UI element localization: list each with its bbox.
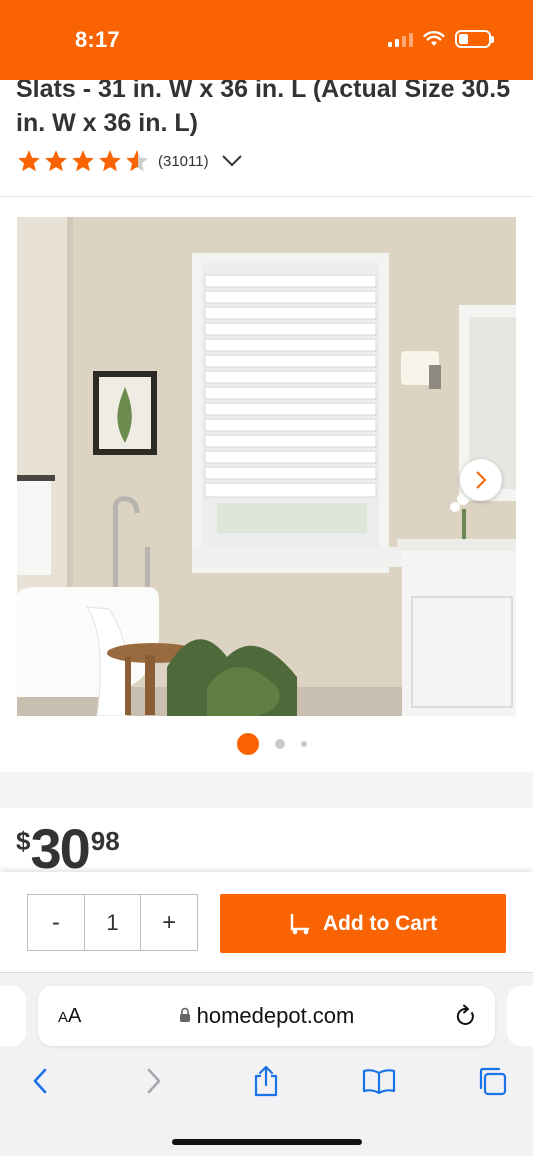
back-button[interactable] xyxy=(20,1061,60,1101)
previous-tab-peek[interactable] xyxy=(0,986,26,1046)
add-to-cart-label: Add to Cart xyxy=(322,911,438,935)
home-indicator[interactable] xyxy=(172,1139,362,1145)
price-cents: 98 xyxy=(90,826,120,856)
status-time: 8:17 xyxy=(75,27,120,52)
star-full-icon xyxy=(72,150,94,172)
lock-icon xyxy=(179,1007,190,1023)
url-text: homedepot.com xyxy=(196,1003,355,1028)
forward-button[interactable] xyxy=(134,1061,174,1101)
url-display[interactable]: homedepot.com xyxy=(38,1003,495,1029)
star-rating xyxy=(16,148,150,174)
chevron-down-icon[interactable] xyxy=(221,154,243,168)
star-full-icon xyxy=(18,150,40,172)
quantity-decrease-button[interactable]: - xyxy=(28,895,85,950)
product-image[interactable] xyxy=(17,217,516,716)
quantity-input[interactable]: 1 xyxy=(85,895,142,950)
add-to-cart-button[interactable]: Add to Cart xyxy=(220,894,506,953)
chevron-left-icon xyxy=(33,1068,47,1094)
status-icons xyxy=(388,30,494,48)
tabs-button[interactable] xyxy=(472,1061,512,1101)
bathroom-window-blinds-illustration xyxy=(17,217,516,716)
quantity-increase-button[interactable]: + xyxy=(141,895,197,950)
chevron-right-icon xyxy=(147,1068,161,1094)
browser-toolbar xyxy=(0,1061,533,1101)
pagination-dot-active[interactable] xyxy=(236,733,259,755)
book-icon xyxy=(362,1069,396,1094)
star-full-icon xyxy=(45,150,67,172)
pagination-dot[interactable] xyxy=(274,739,285,749)
wifi-icon xyxy=(423,31,445,46)
bookmarks-button[interactable] xyxy=(359,1061,399,1101)
product-page: 8:17 Slats - 31 in. W x 36 in. L (Actual… xyxy=(0,0,533,1156)
next-image-button[interactable] xyxy=(460,459,502,501)
product-price: $ 30 98 xyxy=(16,820,120,878)
star-full-icon xyxy=(99,150,121,172)
battery-icon xyxy=(455,30,494,48)
reload-icon[interactable] xyxy=(455,1004,477,1028)
pagination-dot[interactable] xyxy=(300,741,307,747)
chevron-right-icon xyxy=(476,471,487,489)
tabs-icon xyxy=(479,1067,507,1096)
status-bar: 8:17 xyxy=(0,0,533,80)
rating-row[interactable]: (31011) xyxy=(16,148,243,174)
gallery-pagination xyxy=(0,733,533,755)
hand-truck-icon xyxy=(290,913,309,934)
share-button[interactable] xyxy=(246,1061,286,1101)
browser-chrome: AA homedepot.com xyxy=(0,972,533,1156)
next-tab-peek[interactable] xyxy=(507,986,533,1046)
product-title-block: Slats - 31 in. W x 36 in. L (Actual Size… xyxy=(16,72,516,140)
section-divider xyxy=(0,772,533,808)
product-title: Slats - 31 in. W x 36 in. L (Actual Size… xyxy=(16,75,511,137)
address-bar[interactable]: AA homedepot.com xyxy=(38,986,495,1046)
quantity-stepper: - 1 + xyxy=(27,894,198,951)
price-dollars: 30 xyxy=(30,817,90,880)
price-currency: $ xyxy=(16,826,31,856)
sticky-cart-bar: - 1 + Add to Cart xyxy=(0,872,533,972)
review-count[interactable]: (31011) xyxy=(158,153,209,170)
share-icon xyxy=(254,1065,278,1097)
star-half-icon xyxy=(126,150,148,172)
cellular-signal-icon xyxy=(388,31,413,47)
image-gallery xyxy=(0,196,533,772)
